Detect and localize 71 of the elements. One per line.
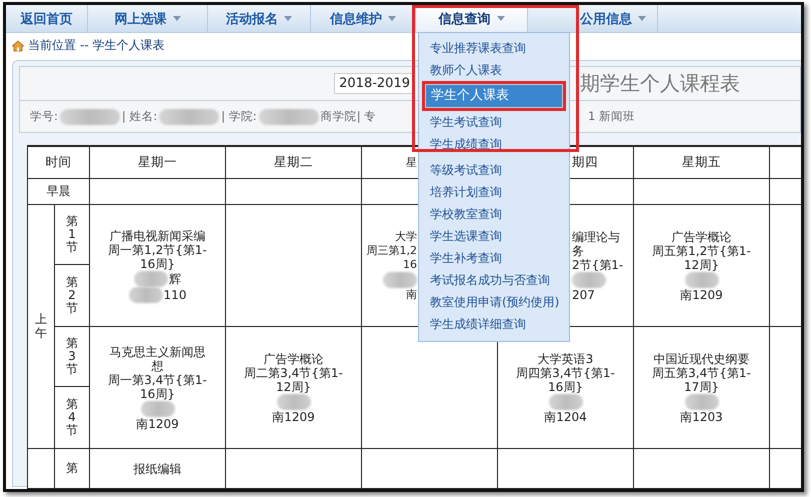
course-text: 中国近现代史纲要 bbox=[654, 352, 750, 366]
nav-menu-item[interactable]: 活动报名 bbox=[208, 5, 311, 32]
course-text: 周一第1,2节{第1- bbox=[108, 242, 207, 256]
home-icon bbox=[12, 40, 24, 52]
dropdown-item[interactable]: 教室使用申请(预约使用) bbox=[419, 291, 569, 313]
course-text: 12周} bbox=[276, 380, 311, 394]
breadcrumb-label: 当前位置 bbox=[28, 37, 76, 54]
course-text: 周一第3,4节{第1- bbox=[108, 372, 207, 386]
table-cell: 第2节 bbox=[55, 265, 90, 327]
table-cell: 第3节 bbox=[55, 327, 90, 387]
table-header: 星期五 bbox=[634, 147, 770, 179]
course-text: 大学 bbox=[395, 230, 417, 244]
nav-menu-item[interactable]: 公用信息 bbox=[528, 5, 658, 32]
table-header: 星期二 bbox=[226, 147, 362, 179]
course-text: 马克思主义新闻思 bbox=[110, 344, 206, 358]
dropdown-item[interactable]: 教师个人课表 bbox=[419, 59, 569, 81]
course-text: 广播电视新闻采编 bbox=[110, 228, 206, 242]
course-text: 南1209 bbox=[680, 288, 723, 302]
breadcrumb-path: -- 学生个人课表 bbox=[80, 37, 164, 54]
dropdown-item[interactable]: 学生补考查询 bbox=[419, 247, 569, 269]
dropdown-item[interactable]: 学生选课查询 bbox=[419, 225, 569, 247]
table-header: 时间 bbox=[28, 147, 90, 179]
dropdown-item[interactable]: 学生个人课表 bbox=[425, 84, 563, 108]
course-text: 12周} bbox=[684, 258, 719, 272]
course-text: 南1203 bbox=[680, 410, 723, 424]
dropdown-item[interactable]: 学生成绩详细查询 bbox=[419, 313, 569, 335]
table-cell: 上午 bbox=[28, 205, 55, 449]
info-text: 商学院| 专 bbox=[320, 109, 376, 124]
table-cell: 早晨 bbox=[28, 179, 90, 205]
course-text: 辉 bbox=[169, 272, 181, 286]
course-text: 南1204 bbox=[544, 410, 587, 424]
course-text: 周二第3,4节{第1- bbox=[244, 366, 343, 380]
course-text: 16周} bbox=[140, 256, 175, 270]
course-text: 大学英语3 bbox=[538, 352, 594, 366]
course-text: 16周} bbox=[548, 380, 583, 394]
course-text: 16周} bbox=[140, 386, 175, 400]
course-text: 广告学概论 bbox=[264, 352, 324, 366]
course-text: 南 bbox=[406, 288, 417, 302]
info-text: 1 新闻班 bbox=[588, 109, 635, 123]
term-select[interactable]: 2018-2019 bbox=[334, 73, 415, 94]
table-cell: 第 bbox=[55, 449, 90, 489]
table-cell: 第1节 bbox=[55, 205, 90, 265]
dropdown-item[interactable]: 学校教室查询 bbox=[419, 203, 569, 225]
course-text: 17周} bbox=[684, 380, 719, 394]
course-text: 周五第3,4节{第1- bbox=[652, 366, 751, 380]
dropdown-item[interactable]: 培养计划查询 bbox=[419, 181, 569, 203]
dropdown-item[interactable]: 学生考试查询 bbox=[419, 111, 569, 133]
course-text: 周五第1,2节{第1- bbox=[652, 244, 751, 258]
course-text: 南1209 bbox=[272, 410, 315, 424]
course-text: 110 bbox=[164, 288, 186, 302]
course-text: 周三第1,2 bbox=[366, 244, 417, 258]
nav-menu-item[interactable]: 网上选课 bbox=[88, 5, 208, 32]
course-text: 报纸编辑 bbox=[134, 462, 182, 476]
course-text: 务 bbox=[572, 244, 584, 258]
table-cell: 第4节 bbox=[55, 387, 90, 449]
info-text: 学号: bbox=[30, 109, 58, 124]
course-text: 编理论与 bbox=[572, 230, 620, 244]
nav-menu-item[interactable]: 返回首页 bbox=[6, 5, 88, 32]
course-text: 广告学概论 bbox=[672, 230, 732, 244]
course-text: 207 bbox=[572, 288, 595, 302]
info-text: | 学院: bbox=[221, 109, 257, 124]
course-text: 南1209 bbox=[136, 416, 179, 430]
course-text: 想 bbox=[152, 358, 164, 372]
page-title: 期学生个人课程表 bbox=[580, 70, 740, 97]
dropdown-item[interactable]: 考试报名成功与否查询 bbox=[419, 269, 569, 291]
course-text: 16 bbox=[403, 258, 417, 272]
course-text: 周四第3,4节{第1- bbox=[516, 366, 615, 380]
dropdown-item[interactable]: 专业推荐课表查询 bbox=[419, 37, 569, 59]
info-text: | 姓名: bbox=[122, 109, 158, 124]
table-header: 星期一 bbox=[90, 147, 226, 179]
course-text: 2节{第1- bbox=[572, 258, 624, 272]
